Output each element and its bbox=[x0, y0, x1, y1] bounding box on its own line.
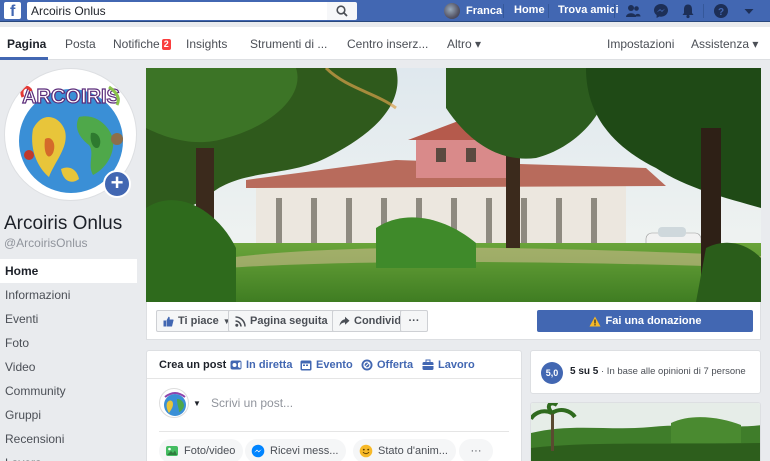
donate-button-label: Fai una donazione bbox=[605, 315, 702, 327]
page-action-bar: Ti piace ▼ Pagina seguita ▼ Condividi ··… bbox=[146, 302, 761, 340]
tab-impostazioni[interactable]: Impostazioni bbox=[607, 37, 674, 51]
composer-tab-lavoro[interactable]: Lavoro bbox=[422, 359, 475, 371]
sidebar-item-eventi[interactable]: Eventi bbox=[0, 307, 137, 331]
composer-tab-lavoro-label: Lavoro bbox=[438, 359, 475, 371]
share-arrow-icon bbox=[339, 316, 350, 326]
follow-button-label: Pagina seguita bbox=[250, 315, 328, 327]
top-navigation-bar: f Arcoiris Onlus Franca Home Trova amici… bbox=[0, 0, 770, 22]
rss-follow-icon bbox=[235, 315, 246, 327]
page-side-menu: Home Informazioni Eventi Foto Video Comm… bbox=[0, 259, 137, 461]
active-tab-indicator bbox=[0, 57, 48, 60]
follow-button[interactable]: Pagina seguita ▼ bbox=[228, 310, 347, 332]
sidebar-item-gruppi[interactable]: Gruppi bbox=[0, 403, 137, 427]
search-input[interactable]: Arcoiris Onlus bbox=[27, 2, 327, 20]
composer-tab-evento-label: Evento bbox=[316, 359, 353, 371]
help-icon[interactable]: ? bbox=[713, 3, 729, 19]
messenger-icon[interactable] bbox=[653, 3, 669, 19]
svg-text:?: ? bbox=[718, 7, 724, 18]
profile-link[interactable]: Franca bbox=[444, 2, 502, 20]
home-link[interactable]: Home bbox=[514, 4, 545, 16]
composer-divider bbox=[159, 431, 509, 432]
sidebar-item-foto[interactable]: Foto bbox=[0, 331, 137, 355]
chevron-down-icon[interactable]: ▼ bbox=[193, 399, 201, 408]
page-tabs-bar: Pagina Posta Notifiche 2 Insights Strumen… bbox=[0, 27, 770, 60]
separator bbox=[548, 4, 549, 18]
composer-tab-crea-post[interactable]: Crea un post bbox=[159, 359, 226, 371]
like-button[interactable]: Ti piace ▼ bbox=[156, 310, 238, 332]
photo-video-label: Foto/video bbox=[184, 445, 236, 457]
logo-lettering: ARCOIRIS bbox=[22, 86, 120, 108]
feeling-activity-label: Stato d'anim... bbox=[378, 445, 448, 457]
composer-tab-offerta[interactable]: Offerta bbox=[361, 359, 413, 371]
tab-altro[interactable]: Altro ▾ bbox=[447, 37, 481, 51]
briefcase-icon bbox=[422, 359, 434, 370]
like-button-label: Ti piace bbox=[178, 315, 219, 327]
donate-button[interactable]: Fai una donazione bbox=[537, 310, 753, 332]
rating-card[interactable]: 5,0 5 su 5 · In base alle opinioni di 7 … bbox=[530, 350, 761, 394]
post-input[interactable]: Scrivi un post... bbox=[211, 396, 293, 410]
notifications-count-badge: 2 bbox=[161, 39, 171, 50]
search-button[interactable] bbox=[327, 2, 357, 20]
cover-photo[interactable] bbox=[146, 68, 761, 302]
cover-photo-image bbox=[146, 68, 761, 302]
tab-pagina[interactable]: Pagina bbox=[7, 37, 46, 51]
facebook-logo-icon[interactable]: f bbox=[4, 2, 21, 20]
tab-notifiche[interactable]: Notifiche 2 bbox=[113, 37, 171, 51]
rating-summary: 5 su 5 bbox=[570, 366, 599, 377]
sidebar-item-video[interactable]: Video bbox=[0, 355, 137, 379]
user-avatar bbox=[444, 3, 460, 19]
get-messages-label: Ricevi mess... bbox=[270, 445, 339, 457]
photo-icon bbox=[166, 446, 178, 456]
friend-requests-icon[interactable] bbox=[625, 3, 641, 19]
photo-video-button[interactable]: Foto/video bbox=[159, 439, 244, 461]
post-composer: Crea un post In diretta Evento Offerta L… bbox=[146, 350, 522, 461]
separator bbox=[614, 4, 615, 18]
calendar-icon bbox=[300, 360, 312, 371]
notifications-bell-icon[interactable] bbox=[680, 3, 696, 19]
live-video-icon bbox=[230, 360, 242, 370]
thumbs-up-icon bbox=[163, 316, 174, 326]
photos-preview-card[interactable] bbox=[530, 402, 761, 461]
more-options-button[interactable]: ··· bbox=[400, 310, 428, 332]
user-name: Franca bbox=[466, 5, 503, 17]
composer-tab-offerta-label: Offerta bbox=[377, 359, 414, 371]
separator bbox=[503, 4, 504, 18]
composer-page-avatar[interactable] bbox=[159, 388, 189, 418]
tab-posta[interactable]: Posta bbox=[65, 37, 96, 51]
sidebar-item-home[interactable]: Home bbox=[0, 259, 137, 283]
update-profile-picture-button[interactable]: + bbox=[103, 170, 131, 198]
composer-more-button[interactable]: ··· bbox=[459, 439, 493, 461]
smiley-icon bbox=[359, 444, 373, 458]
rating-score-badge: 5,0 bbox=[541, 362, 563, 384]
tab-strumenti[interactable]: Strumenti di ... bbox=[250, 37, 327, 51]
sidebar-item-lavora[interactable]: Lavora bbox=[0, 451, 137, 461]
sidebar-item-community[interactable]: Community bbox=[0, 379, 137, 403]
get-messages-button[interactable]: Ricevi mess... bbox=[245, 439, 347, 461]
separator bbox=[703, 4, 704, 18]
composer-tab-evento[interactable]: Evento bbox=[300, 359, 353, 371]
find-friends-link[interactable]: Trova amici bbox=[558, 4, 619, 16]
page-username[interactable]: @ArcoirisOnlus bbox=[4, 236, 88, 250]
tab-insights[interactable]: Insights bbox=[186, 37, 227, 51]
search-icon bbox=[336, 5, 348, 17]
tab-notifiche-label: Notifiche bbox=[113, 37, 160, 51]
sidebar-item-informazioni[interactable]: Informazioni bbox=[0, 283, 137, 307]
tab-centro-inserzioni[interactable]: Centro inserz... bbox=[347, 37, 428, 51]
share-button-label: Condividi bbox=[354, 315, 405, 327]
tab-assistenza[interactable]: Assistenza ▾ bbox=[691, 37, 758, 51]
rating-summary-text: 5 su 5 · In base alle opinioni di 7 pers… bbox=[570, 366, 746, 377]
photo-preview-image bbox=[531, 403, 760, 461]
composer-tabs: Crea un post In diretta Evento Offerta L… bbox=[147, 351, 521, 379]
composer-tab-live-label: In diretta bbox=[246, 359, 293, 371]
messenger-icon bbox=[251, 444, 265, 458]
page-name: Arcoiris Onlus bbox=[4, 213, 123, 234]
account-menu-chevron-down-icon[interactable] bbox=[741, 3, 757, 19]
rating-detail: · In base alle opinioni di 7 persone bbox=[598, 366, 746, 377]
feeling-activity-button[interactable]: Stato d'anim... bbox=[353, 439, 456, 461]
sidebar-item-recensioni[interactable]: Recensioni bbox=[0, 427, 137, 451]
offer-badge-icon bbox=[361, 359, 373, 371]
composer-tab-live[interactable]: In diretta bbox=[230, 359, 292, 371]
arcoiris-logo-small-image bbox=[164, 392, 186, 416]
warning-icon bbox=[589, 316, 601, 326]
